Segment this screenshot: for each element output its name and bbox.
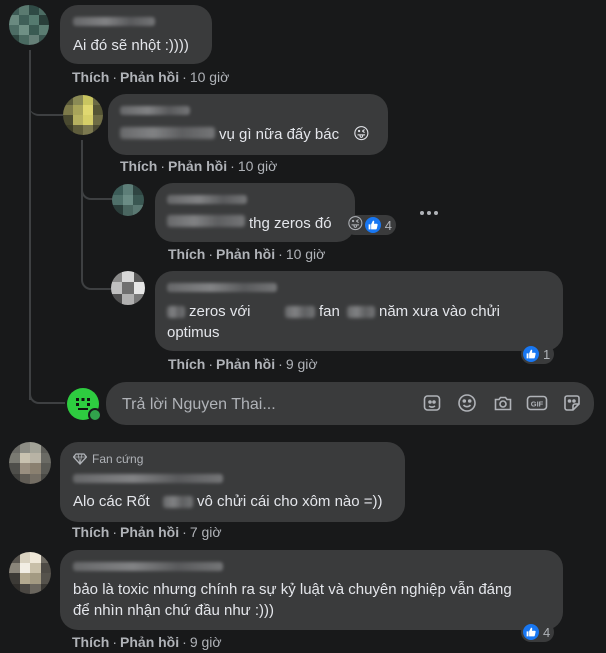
gif-icon[interactable]: GIF: [526, 392, 548, 414]
timestamp[interactable]: 10 giờ: [190, 69, 230, 85]
thread-connector-reply: [29, 382, 65, 404]
camera-icon[interactable]: [492, 392, 514, 414]
comment-text: optimus: [167, 324, 220, 341]
comment-actions: Thích · Phản hồi · 10 giờ: [168, 246, 326, 262]
comment-actions: Thích · Phản hồi · 9 giờ: [168, 356, 318, 372]
thread-connector-2: [81, 182, 113, 200]
badge-label: Fan cứng: [92, 452, 144, 466]
like-button[interactable]: Thích: [168, 356, 205, 372]
reply-button[interactable]: Phản hồi: [120, 634, 179, 650]
like-button[interactable]: Thích: [120, 158, 157, 174]
comment-bubble: bảo là toxic nhưng chính ra sự kỷ luật v…: [60, 550, 563, 630]
avatar-sticker-icon[interactable]: [421, 392, 443, 414]
avatar[interactable]: [9, 5, 49, 45]
comment-actions: Thích · Phản hồi · 10 giờ: [120, 158, 278, 174]
comment-bubble: zeros với fan năm xưa vào chửi optimus: [155, 271, 563, 351]
timestamp[interactable]: 7 giờ: [190, 524, 222, 540]
reaction-count: 4: [543, 624, 551, 640]
comment-actions: Thích · Phản hồi · 7 giờ: [72, 524, 222, 540]
author-name[interactable]: [167, 195, 247, 204]
reaction-count: 1: [543, 346, 551, 362]
timestamp[interactable]: 9 giờ: [190, 634, 222, 650]
avatar[interactable]: [63, 95, 103, 135]
more-options-icon[interactable]: [418, 204, 440, 222]
comment-bubble: thg zeros đó: [155, 183, 355, 242]
sticker-icon[interactable]: [561, 392, 583, 414]
comment-text: để nhìn nhận chứ đầu như :))): [73, 602, 275, 619]
reply-button[interactable]: Phản hồi: [216, 356, 275, 372]
avatar[interactable]: [112, 184, 144, 216]
comment-actions: Thích · Phản hồi · 9 giờ: [72, 634, 222, 650]
thread-line-nested: [81, 140, 83, 280]
reply-button[interactable]: Phản hồi: [120, 69, 179, 85]
reply-button[interactable]: Phản hồi: [216, 246, 275, 262]
reply-button[interactable]: Phản hồi: [168, 158, 227, 174]
comment-text: fan: [319, 303, 340, 320]
redacted-text: [285, 306, 315, 318]
redacted-text: [167, 215, 245, 227]
like-button[interactable]: Thích: [72, 69, 109, 85]
comment-text: bảo là toxic nhưng chính ra sự kỷ luật v…: [73, 581, 512, 598]
comment-text: zeros với: [189, 303, 251, 320]
reply-input[interactable]: [120, 393, 424, 417]
comment-text: thg zeros đó: [249, 215, 332, 232]
author-name[interactable]: [73, 17, 155, 26]
comment-text: năm xưa vào chửi: [379, 303, 500, 320]
online-status-dot: [88, 408, 102, 422]
author-name[interactable]: [73, 562, 223, 571]
reaction-summary[interactable]: 1: [521, 344, 555, 364]
emoji-icon[interactable]: [456, 392, 478, 414]
thread-connector-1: [29, 98, 63, 116]
comment-bubble: Ai đó sẽ nhột :)))): [60, 5, 212, 64]
avatar[interactable]: [111, 271, 145, 305]
comment-text: vô chửi cái cho xôm nào =)): [197, 493, 383, 510]
comment-text: Alo các Rốt: [73, 493, 150, 510]
comment-bubble: Fan cứng Alo các Rốt vô chửi cái cho xôm…: [60, 442, 405, 522]
reply-box: GIF: [106, 382, 594, 425]
redacted-text: [167, 306, 185, 318]
timestamp[interactable]: 10 giờ: [286, 246, 326, 262]
fan-badge[interactable]: Fan cứng: [73, 452, 143, 466]
avatar[interactable]: [9, 552, 51, 594]
reaction-summary[interactable]: 😜 4: [345, 215, 396, 235]
author-name[interactable]: [167, 283, 277, 292]
avatar[interactable]: [9, 442, 51, 484]
timestamp[interactable]: 9 giờ: [286, 356, 318, 372]
comment-actions: Thích · Phản hồi · 10 giờ: [72, 69, 230, 85]
laughing-emoji-icon: 😜: [347, 216, 364, 233]
reply-button[interactable]: Phản hồi: [120, 524, 179, 540]
redacted-text: [347, 306, 375, 318]
like-icon: [523, 346, 539, 362]
timestamp[interactable]: 10 giờ: [238, 158, 278, 174]
comment-text: Ai đó sẽ nhột :)))): [73, 37, 189, 54]
like-icon: [364, 217, 381, 233]
diamond-icon: [73, 453, 87, 465]
reaction-count: 4: [384, 217, 392, 233]
redacted-text: [120, 127, 215, 139]
svg-text:GIF: GIF: [531, 400, 544, 409]
like-button[interactable]: Thích: [72, 634, 109, 650]
redacted-text: [163, 496, 193, 508]
comment-bubble: vụ gì nữa đấy bác 😜: [108, 94, 388, 155]
like-button[interactable]: Thích: [72, 524, 109, 540]
author-name[interactable]: [73, 474, 223, 483]
comment-text: vụ gì nữa đấy bác: [219, 126, 340, 143]
emoji-icon: 😜: [353, 126, 370, 143]
author-name[interactable]: [120, 106, 190, 115]
thread-connector-3: [81, 270, 113, 290]
like-icon: [523, 624, 539, 640]
like-button[interactable]: Thích: [168, 246, 205, 262]
reaction-summary[interactable]: 4: [521, 622, 555, 642]
